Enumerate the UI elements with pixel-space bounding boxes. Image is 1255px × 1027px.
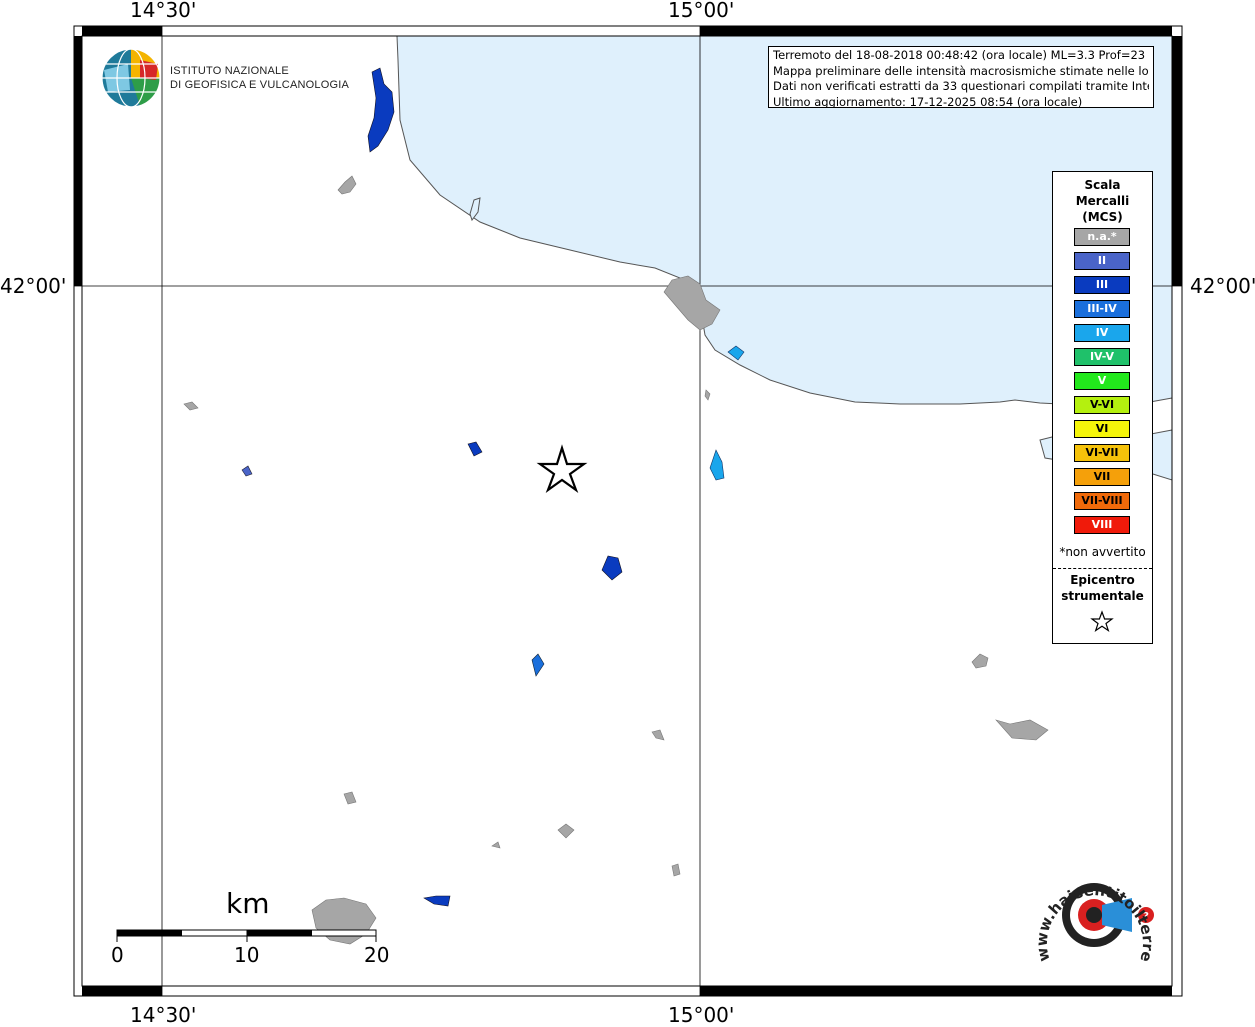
ingv-name-line2: DI GEOFISICA E VULCANOLOGIA: [170, 79, 349, 91]
legend-separator: [1053, 568, 1152, 569]
scale-bar-label-10: 10: [234, 943, 260, 967]
legend-swatch: VII: [1074, 468, 1130, 486]
lon-label-bottom-left: 14°30': [130, 1003, 197, 1027]
localities-intensity-II: [241, 465, 253, 477]
locality-III: [367, 67, 395, 153]
legend-swatch: VIII: [1074, 516, 1130, 534]
locality-gray: [704, 389, 711, 401]
info-line-data: Dati non verificati estratti da 33 quest…: [773, 79, 1149, 93]
star-icon: [1090, 610, 1114, 632]
locality-II: [241, 465, 253, 477]
locality-gray: [343, 791, 357, 805]
locality-gray: [671, 863, 681, 877]
info-line-update: Ultimo aggiornamento: 17-12-2025 08:54 (…: [773, 94, 1083, 108]
legend-swatches: n.a.* II III III-IV IV IV-V V V-VI VI VI-VII VII VI…: [1074, 228, 1130, 540]
epicenter-label-line2: strumentale: [1061, 589, 1144, 603]
scale-bar-label-0: 0: [111, 943, 124, 967]
info-line-map: Mappa preliminare delle intensità macros…: [773, 63, 1149, 78]
legend-swatch: II: [1074, 252, 1130, 270]
legend-swatch: n.a.*: [1074, 228, 1130, 246]
locality-gray: [651, 729, 665, 741]
info-line-event: Terremoto del 18-08-2018 00:48:42 (ora l…: [773, 48, 1149, 62]
legend-epicenter-title: Epicentro strumentale: [1053, 572, 1152, 604]
locality-III: [467, 441, 483, 457]
ingv-name-line1: ISTITUTO NAZIONALE: [170, 65, 289, 77]
legend-swatch: IV: [1074, 324, 1130, 342]
legend-note: *non avvertito: [1059, 545, 1146, 559]
legend-swatch: VII-VIII: [1074, 492, 1130, 510]
scale-bar-label-20: 20: [364, 943, 390, 967]
legend-swatch: III: [1074, 276, 1130, 294]
legend-title-line2: Mercalli: [1075, 194, 1130, 208]
locality-gray: [337, 175, 357, 195]
legend-title: Scala Mercalli (MCS): [1053, 177, 1152, 225]
lat-label-left: 42°00': [0, 274, 67, 298]
legend-swatch: IV-V: [1074, 348, 1130, 366]
legend-swatch: VI: [1074, 420, 1130, 438]
legend-swatch: V: [1074, 372, 1130, 390]
ingv-logo: [101, 48, 161, 108]
epicenter-label-line1: Epicentro: [1070, 573, 1135, 587]
legend-title-line3: (MCS): [1082, 210, 1123, 224]
localities-intensity-III-IV: [531, 653, 545, 677]
lon-label-top-left: 14°30': [130, 0, 197, 22]
locality-III: [601, 555, 623, 581]
locality-gray: [183, 401, 199, 411]
lon-label-bottom-right: 15°00': [668, 1003, 735, 1027]
localities-intensity-IV: [709, 345, 745, 481]
locality-III-IV: [531, 653, 545, 677]
legend-swatch: V-VI: [1074, 396, 1130, 414]
locality-III: [423, 895, 451, 907]
locality-gray: [971, 653, 989, 669]
mcs-legend: Scala Mercalli (MCS) n.a.* II III III-IV IV I…: [1052, 171, 1153, 644]
event-info-box: Terremoto del 18-08-2018 00:48:42 (ora l…: [768, 46, 1154, 108]
lat-label-right: 42°00': [1190, 274, 1255, 298]
legend-swatch: VI-VII: [1074, 444, 1130, 462]
ingv-logo-text: ISTITUTO NAZIONALE DI GEOFISICA E VULCAN…: [170, 64, 349, 92]
locality-gray: [995, 719, 1049, 741]
locality-IV: [709, 449, 725, 481]
locality-gray: [557, 823, 575, 839]
legend-swatch: III-IV: [1074, 300, 1130, 318]
legend-title-line1: Scala: [1084, 178, 1121, 192]
locality-gray: [491, 841, 501, 849]
locality-gray: [311, 897, 377, 945]
epicenter-star: [536, 444, 588, 493]
lon-label-top-right: 15°00': [668, 0, 735, 22]
scale-bar-unit: km: [226, 887, 270, 920]
